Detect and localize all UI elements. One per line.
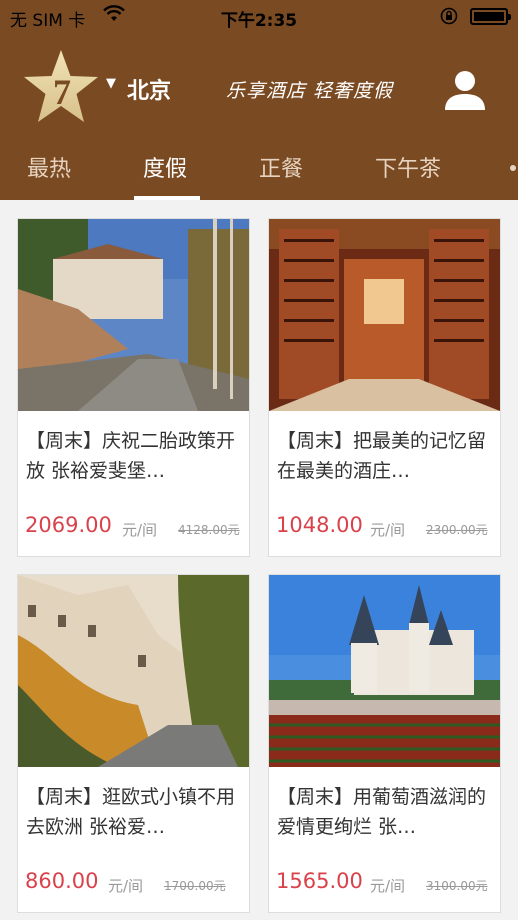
original-price: 3100.00元 [426, 879, 488, 893]
city-selector[interactable]: 北京 [127, 73, 171, 105]
active-tab-indicator [134, 196, 200, 200]
product-title: 【周末】用葡萄酒滋润的爱情更绚烂 张… [277, 786, 487, 838]
product-image [18, 219, 249, 411]
product-price: 1565.00 [276, 869, 363, 893]
star-logo[interactable]: 7 [22, 48, 100, 126]
original-price: 4128.00元 [178, 523, 240, 537]
tab-overflow-indicator [510, 165, 516, 171]
tab-hot[interactable]: 最热 [27, 151, 71, 183]
price-unit: 元/间 [370, 877, 406, 895]
product-price: 860.00 [25, 869, 99, 893]
header-bar: 无 SIM 卡 下午2:35 7 ▼ 北京 乐享酒店 轻奢度假 最热 度假 正餐… [0, 0, 518, 200]
tab-dinner[interactable]: 正餐 [259, 151, 303, 183]
battery-icon [470, 8, 511, 25]
product-title: 【周末】逛欧式小镇不用去欧洲 张裕爱… [26, 786, 236, 838]
original-price: 2300.00元 [426, 523, 488, 537]
original-price: 1700.00元 [164, 879, 226, 893]
product-title: 【周末】庆祝二胎政策开放 张裕爱斐堡… [26, 430, 236, 482]
product-price: 1048.00 [276, 513, 363, 537]
orientation-lock-icon [440, 7, 458, 25]
svg-text:7: 7 [53, 72, 71, 112]
status-bar: 无 SIM 卡 下午2:35 [0, 0, 518, 34]
product-image [18, 575, 249, 767]
dropdown-arrow-icon[interactable]: ▼ [106, 76, 116, 91]
price-unit: 元/间 [370, 521, 406, 539]
product-card[interactable]: 【周末】把最美的记忆留在最美的酒庄… 1048.00 元/间 2300.00元 [268, 218, 501, 557]
product-image [269, 219, 500, 411]
product-image [269, 575, 500, 767]
slogan: 乐享酒店 轻奢度假 [226, 80, 394, 102]
price-unit: 元/间 [122, 521, 158, 539]
tab-vacation[interactable]: 度假 [143, 151, 187, 183]
user-icon[interactable] [443, 68, 487, 112]
product-title: 【周末】把最美的记忆留在最美的酒庄… [277, 430, 487, 482]
product-card[interactable]: 【周末】用葡萄酒滋润的爱情更绚烂 张… 1565.00 元/间 3100.00元 [268, 574, 501, 913]
price-unit: 元/间 [108, 877, 144, 895]
product-card[interactable]: 【周末】庆祝二胎政策开放 张裕爱斐堡… 2069.00 元/间 4128.00元 [17, 218, 250, 557]
tab-afternoon-tea[interactable]: 下午茶 [375, 151, 441, 183]
product-card[interactable]: 【周末】逛欧式小镇不用去欧洲 张裕爱… 860.00 元/间 1700.00元 [17, 574, 250, 913]
category-tabs: 最热 度假 正餐 下午茶 [0, 145, 518, 200]
product-price: 2069.00 [25, 513, 112, 537]
